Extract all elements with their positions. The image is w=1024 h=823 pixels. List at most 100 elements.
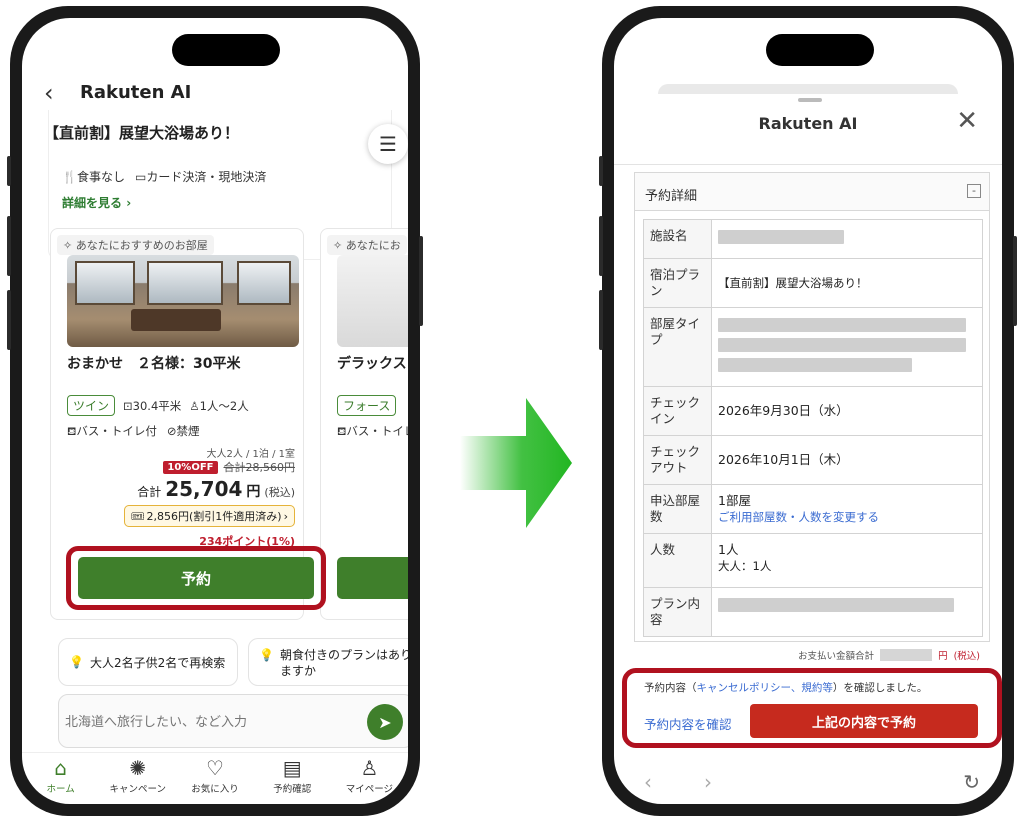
total-unit: 円: [246, 484, 261, 500]
room-card: ✧ あなたにお デラックス フォース ⛾バス・トイレ: [320, 228, 408, 620]
coupon-icon: 🎟: [130, 509, 145, 523]
cutlery-icon: 🍴: [62, 170, 77, 184]
reserve-button[interactable]: [337, 557, 408, 599]
phone-side-button: [7, 216, 11, 276]
bath-icon: ⛾: [337, 424, 347, 438]
app-title: Rakuten AI: [80, 82, 192, 103]
tab-home[interactable]: ⌂ ホーム: [22, 753, 99, 804]
book-button[interactable]: 上記の内容で予約: [750, 704, 978, 738]
checkin-key: チェックイン: [643, 386, 712, 436]
reload-icon[interactable]: ↻: [963, 770, 980, 794]
total-price-row: 合計 25,704 円 (税込): [137, 477, 295, 501]
person-icon: ♙: [189, 398, 200, 413]
payment-total-unit: 円: [938, 651, 948, 662]
send-icon[interactable]: ➤: [367, 704, 403, 740]
reservation-details-panel: 予約詳細 - 施設名 宿泊プラン 【直前割】展望大浴場あり！ 部屋タイプ チェッ…: [634, 172, 990, 642]
chat-input[interactable]: [65, 709, 355, 735]
transition-arrow-icon: [460, 398, 572, 528]
checkin-value: 2026年9月30日（水）: [711, 386, 983, 436]
table-row: 申込部屋数 1部屋 ご利用部屋数・人数を変更する: [643, 484, 983, 534]
lightbulb-icon: 💡: [69, 655, 84, 669]
chevron-right-icon: ›: [126, 196, 132, 210]
redacted-value: [718, 598, 954, 612]
plan-content-value: [711, 587, 983, 637]
tab-reservations[interactable]: ▤ 予約確認: [254, 753, 331, 804]
left-phone: ‹ Rakuten AI 【直前割】展望大浴場あり！ ☰ 🍴食事なし ▭カード決…: [7, 6, 423, 816]
room-features: フォース: [337, 395, 397, 416]
forward-arrow-icon[interactable]: ›: [704, 770, 712, 794]
details-table: 施設名 宿泊プラン 【直前割】展望大浴場あり！ 部屋タイプ チェックイン 202…: [643, 219, 983, 637]
reserve-button[interactable]: 予約: [78, 557, 314, 599]
sheet-grabber[interactable]: [798, 98, 822, 102]
bottom-tab-bar: ⌂ ホーム ✺ キャンペーン ♡ お気に入り ▤ 予約確認 ♙ マイページ: [22, 752, 408, 804]
table-row: プラン内容: [643, 587, 983, 637]
bath-icon: ⛾: [67, 424, 77, 438]
recommend-tag: ✧ あなたにお: [327, 235, 407, 255]
phone-side-button: [599, 290, 603, 350]
room-name: おまかせ ２名様：30平米: [67, 356, 241, 372]
room-features: ツイン ⊡30.4平米 ♙1人〜2人: [67, 395, 249, 416]
meal-attribute: 🍴食事なし: [62, 170, 125, 184]
room-type-key: 部屋タイプ: [643, 307, 712, 387]
chevron-right-icon: ›: [283, 509, 288, 523]
phone-side-button: [599, 156, 603, 186]
discount-badge: 10%OFF: [163, 460, 218, 474]
checkout-key: チェックアウト: [643, 435, 712, 485]
sheet-title: Rakuten AI: [758, 114, 858, 133]
people-breakdown: 大人：1人: [718, 559, 772, 573]
close-icon[interactable]: ✕: [956, 106, 978, 136]
phone-side-button: [419, 236, 423, 326]
people-key: 人数: [643, 533, 712, 588]
tab-mypage[interactable]: ♙ マイページ: [331, 753, 408, 804]
plan-key: 宿泊プラン: [643, 258, 712, 308]
room-type-badge: ツイン: [67, 395, 116, 416]
change-rooms-link[interactable]: ご利用部屋数・人数を変更する: [718, 509, 976, 525]
tax-label: (税込): [264, 486, 295, 499]
room-name: デラックス: [337, 356, 407, 372]
rooms-value: 1部屋 ご利用部屋数・人数を変更する: [711, 484, 983, 534]
coupon-pill[interactable]: 🎟 2,856円(割引1件適用済み) ›: [123, 505, 295, 527]
suggestion-chip[interactable]: 💡 朝食付きのプランはありますか: [248, 638, 408, 686]
cancel-policy-link[interactable]: キャンセルポリシー、規約等: [697, 682, 833, 694]
room-photo[interactable]: [67, 255, 299, 347]
back-chevron-icon[interactable]: ‹: [44, 78, 54, 108]
check-reservation-link[interactable]: 予約内容を確認: [644, 714, 732, 733]
divider: [614, 164, 1002, 165]
lightbulb-icon: 💡: [259, 648, 274, 662]
room-type-badge: フォース: [337, 395, 397, 416]
details-label: 予約詳細: [645, 189, 698, 204]
sparkle-icon: ✧: [333, 239, 343, 252]
tab-favorites[interactable]: ♡ お気に入り: [176, 753, 253, 804]
browser-toolbar: ‹ › ↻: [614, 762, 1002, 802]
payment-total: お支払い金額合計 円 (税込): [798, 648, 980, 662]
payment-total-label: お支払い金額合計: [798, 651, 875, 662]
phone-side-button: [1013, 236, 1017, 326]
table-row: 部屋タイプ: [643, 307, 983, 387]
total-price: 25,704: [165, 477, 243, 501]
card-icon: ▭: [134, 170, 147, 184]
no-smoking-icon: ⊘: [166, 424, 177, 438]
phone-side-button: [7, 156, 11, 186]
phone-side-button: [599, 216, 603, 276]
tab-campaign[interactable]: ✺ キャンペーン: [99, 753, 176, 804]
payment-attribute: ▭カード決済・現地決済: [134, 170, 267, 184]
detail-link[interactable]: 詳細を見る ›: [62, 194, 131, 211]
suitcase-icon: ▤: [282, 756, 302, 780]
room-amenities: ⛾バス・トイレ: [337, 423, 408, 440]
sparkle-icon: ✧: [63, 239, 73, 252]
back-arrow-icon[interactable]: ‹: [644, 770, 652, 794]
people-count: 1人: [718, 542, 739, 557]
collapse-button[interactable]: -: [967, 184, 981, 198]
room-type-value: [711, 307, 983, 387]
room-photo[interactable]: [337, 255, 408, 347]
table-row: 施設名: [643, 219, 983, 259]
dynamic-island: [766, 34, 874, 66]
menu-icon[interactable]: ☰: [368, 124, 408, 164]
rooms-count: 1部屋: [718, 493, 751, 508]
room-amenities: ⛾バス・トイレ付 ⊘禁煙: [67, 423, 200, 440]
total-label: 合計: [137, 485, 162, 499]
dynamic-island: [172, 34, 280, 66]
suggestion-chip[interactable]: 💡 大人2名子供2名で再検索: [58, 638, 238, 686]
right-phone: Rakuten AI ✕ 予約詳細 - 施設名 宿泊プラン 【直前割】展望大浴場…: [599, 6, 1017, 816]
details-header: 予約詳細 -: [635, 173, 989, 211]
